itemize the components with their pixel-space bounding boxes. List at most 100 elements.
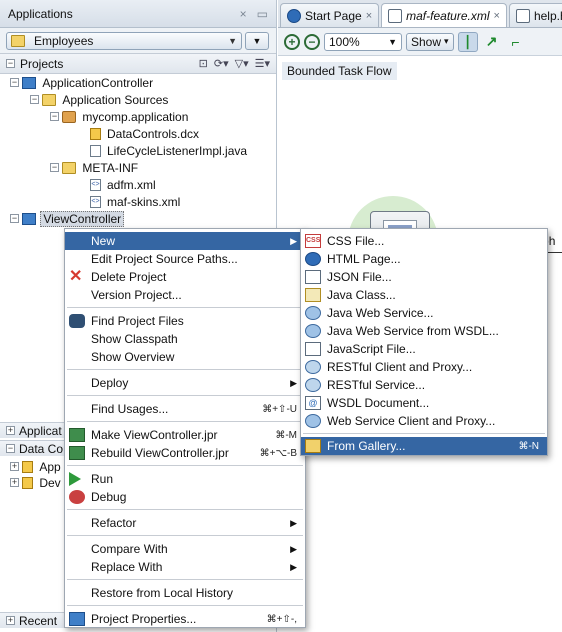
tree-item-label: adfm.xml — [107, 177, 156, 192]
tree-item[interactable]: DataControls.dcx — [0, 125, 276, 142]
menu-item-from-gallery[interactable]: From Gallery... ⌘-N — [301, 437, 547, 455]
tree-item[interactable]: <> maf-skins.xml — [0, 193, 276, 210]
menu-item-find-usages[interactable]: Find Usages... ⌘+⇧-U — [65, 400, 305, 418]
menu-item-label: Deploy — [91, 376, 129, 390]
menu-item-java-web-service[interactable]: Java Web Service... — [301, 304, 547, 322]
tree-item[interactable]: LifeCycleListenerImpl.java — [0, 142, 276, 159]
tab-start-page[interactable]: Start Page × — [280, 3, 380, 27]
application-menu-button[interactable]: ▼ — [245, 31, 269, 50]
tree-item[interactable]: − mycomp.application — [0, 108, 276, 125]
menu-item-deploy[interactable]: Deploy ▶ — [65, 374, 305, 392]
menu-item-new[interactable]: New ▶ — [65, 232, 305, 250]
menu-item-java-class[interactable]: Java Class... — [301, 286, 547, 304]
menu-item-json-file[interactable]: JSON File... — [301, 268, 547, 286]
expand-icon[interactable]: + — [10, 462, 19, 471]
menu-item-debug[interactable]: Debug — [65, 488, 305, 506]
menu-item-restore-local-history[interactable]: Restore from Local History — [65, 584, 305, 602]
zoom-select[interactable]: 100% ▼ — [324, 32, 402, 51]
tree-item[interactable]: + Dev — [0, 474, 63, 491]
filter-icon[interactable]: ▽▾ — [235, 57, 249, 70]
menu-item-label: Java Web Service from WSDL... — [327, 324, 499, 338]
minimize-icon[interactable]: ▭ — [257, 7, 268, 21]
menu-item-label: Delete Project — [91, 270, 167, 284]
select-tool-icon[interactable]: ∣ — [457, 31, 478, 52]
new-submenu: CSS CSS File... HTML Page... JSON File..… — [300, 228, 548, 456]
menu-item-restful-service[interactable]: RESTful Service... — [301, 376, 547, 394]
menu-item-ws-client-proxy[interactable]: Web Service Client and Proxy... — [301, 412, 547, 430]
chevron-down-icon: ▼ — [228, 35, 237, 46]
tree-item[interactable]: − ApplicationController — [0, 74, 276, 91]
projects-section-header[interactable]: − Projects ⊡ ⟳▾ ▽▾ ☰▾ — [0, 54, 276, 74]
menu-item-javascript-file[interactable]: JavaScript File... — [301, 340, 547, 358]
menu-item-edit-source-paths[interactable]: Edit Project Source Paths... — [65, 250, 305, 268]
menu-item-rebuild[interactable]: Rebuild ViewController.jpr ⌘+⌥-B — [65, 444, 305, 462]
menu-item-label: Project Properties... — [91, 612, 197, 626]
tree-item-label: App — [39, 459, 61, 474]
menu-item-run[interactable]: Run — [65, 470, 305, 488]
menu-item-restful-client[interactable]: RESTful Client and Proxy... — [301, 358, 547, 376]
close-icon[interactable]: × — [494, 10, 500, 22]
collapse-icon[interactable]: − — [10, 214, 19, 223]
menu-item-label: Restore from Local History — [91, 586, 234, 600]
menu-separator — [67, 509, 303, 510]
application-select-value: Employees — [34, 33, 94, 48]
collapse-icon[interactable]: − — [10, 78, 19, 87]
editor-toolbar: + − 100% ▼ Show ▾ ∣ ↗ ⌐ — [278, 28, 562, 56]
tree-item-label: ApplicationController — [42, 75, 154, 90]
menu-item-html-page[interactable]: HTML Page... — [301, 250, 547, 268]
menu-item-label: CSS File... — [327, 234, 385, 248]
application-select[interactable]: Employees ▼ — [6, 31, 242, 50]
menu-item-project-properties[interactable]: Project Properties... ⌘+⇧-, — [65, 610, 305, 628]
menu-separator — [67, 307, 303, 308]
menu-item-refactor[interactable]: Refactor ▶ — [65, 514, 305, 532]
tree-item[interactable]: − META-INF — [0, 159, 276, 176]
menu-item-wsdl-document[interactable]: @ WSDL Document... — [301, 394, 547, 412]
collapse-icon[interactable]: − — [50, 112, 59, 121]
show-button[interactable]: Show ▾ — [406, 32, 454, 51]
show-label: Show — [411, 34, 442, 49]
close-icon[interactable]: × — [366, 10, 372, 22]
tab-maf-feature[interactable]: maf-feature.xml × — [381, 3, 507, 27]
tree-item[interactable]: + App — [0, 458, 63, 475]
tree-item[interactable]: − Application Sources — [0, 91, 276, 108]
control-flow-icon[interactable]: ↗ — [482, 32, 502, 52]
collapse-icon[interactable]: − — [50, 163, 59, 172]
project-tree: − ApplicationController − Application So… — [0, 74, 276, 227]
project-icon — [22, 212, 37, 225]
menu-item-make[interactable]: Make ViewController.jpr ⌘-M — [65, 426, 305, 444]
collapse-icon[interactable]: − — [30, 95, 39, 104]
sync-icon[interactable]: ⟳▾ — [214, 57, 229, 70]
zoom-out-icon[interactable]: − — [304, 33, 320, 50]
expand-icon[interactable]: + — [10, 478, 19, 487]
restful-service-icon — [305, 378, 321, 392]
menu-item-find-project-files[interactable]: Find Project Files — [65, 312, 305, 330]
menu-item-show-classpath[interactable]: Show Classpath — [65, 330, 305, 348]
menu-item-compare-with[interactable]: Compare With ▶ — [65, 540, 305, 558]
expand-icon[interactable]: + — [6, 426, 15, 435]
close-icon[interactable]: × — [240, 7, 247, 21]
tree-item[interactable]: − ViewController — [0, 210, 276, 227]
menu-item-css-file[interactable]: CSS CSS File... — [301, 232, 547, 250]
menu-item-shortcut: ⌘-M — [275, 429, 297, 441]
collapse-icon[interactable]: − — [6, 59, 15, 68]
tree-item-label: maf-skins.xml — [107, 194, 181, 209]
menu-item-label: Make ViewController.jpr — [91, 428, 218, 442]
options-icon[interactable]: ☰▾ — [255, 57, 270, 70]
collapse-icon[interactable]: − — [6, 444, 15, 453]
menu-item-version-project[interactable]: Version Project... — [65, 286, 305, 304]
menu-item-delete-project[interactable]: ✕ Delete Project — [65, 268, 305, 286]
menu-item-java-web-service-wsdl[interactable]: Java Web Service from WSDL... — [301, 322, 547, 340]
expand-icon[interactable]: + — [6, 616, 15, 625]
menu-item-label: New — [91, 234, 116, 248]
java-class-icon — [305, 288, 321, 302]
search-icon[interactable]: ⊡ — [199, 57, 208, 70]
menu-item-shortcut: ⌘+⌥-B — [259, 447, 297, 459]
tree-item[interactable]: <> adfm.xml — [0, 176, 276, 193]
folder-icon — [62, 161, 77, 174]
zoom-in-icon[interactable]: + — [284, 33, 300, 50]
control-flow-case-icon[interactable]: ⌐ — [506, 32, 526, 52]
menu-item-replace-with[interactable]: Replace With ▶ — [65, 558, 305, 576]
section-label: Data Co — [19, 441, 64, 456]
tab-help[interactable]: help.h — [508, 3, 562, 27]
menu-item-show-overview[interactable]: Show Overview — [65, 348, 305, 366]
